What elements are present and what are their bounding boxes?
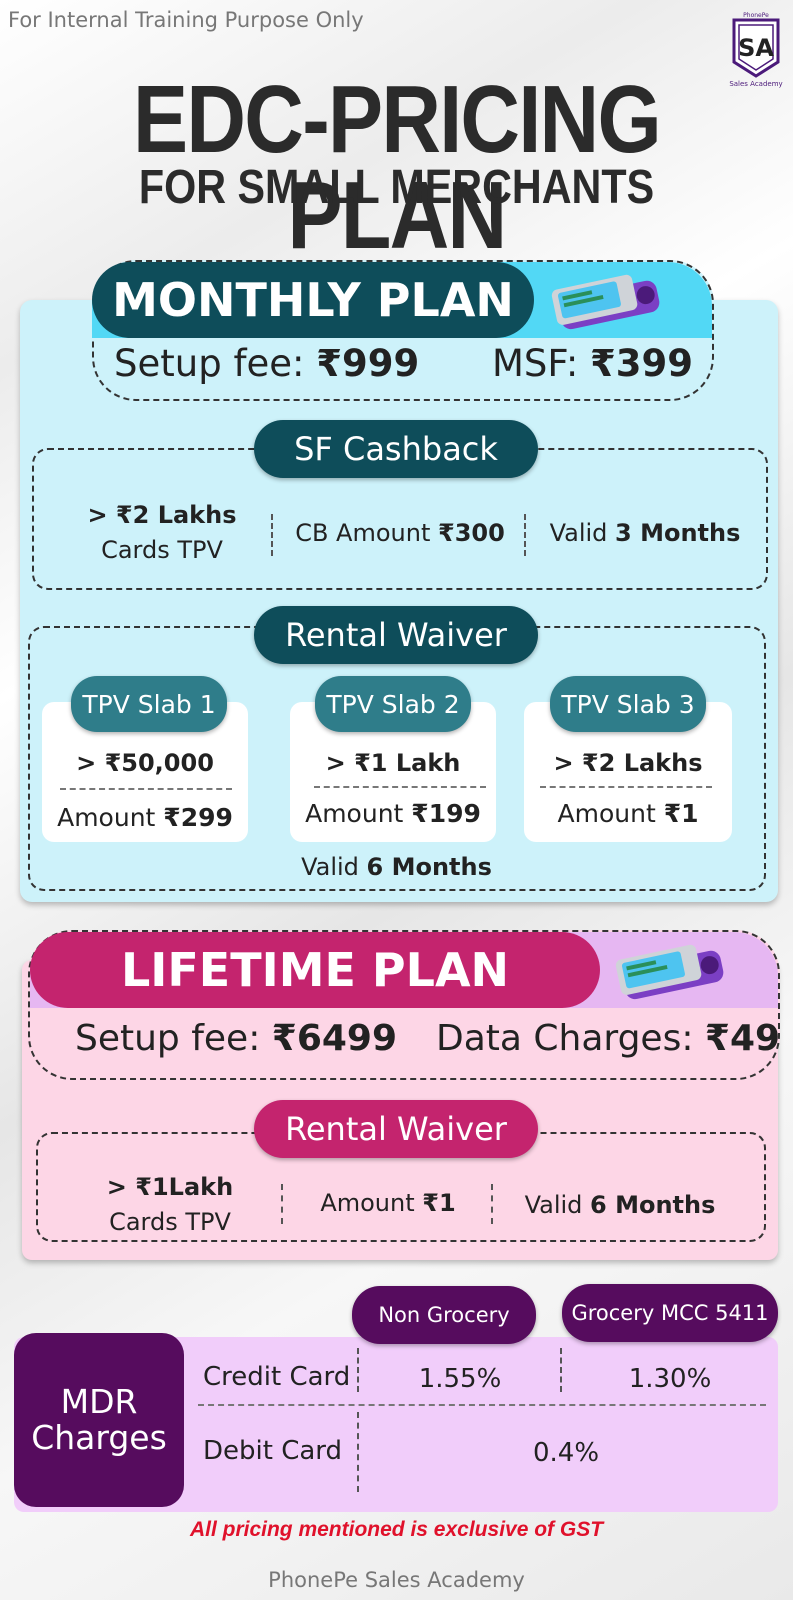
lifetime-plan-heading: LIFETIME PLAN bbox=[30, 932, 600, 1008]
monthly-plan-heading: MONTHLY PLAN bbox=[92, 262, 534, 338]
divider bbox=[357, 1348, 359, 1392]
divider bbox=[198, 1404, 766, 1406]
edc-device-icon bbox=[551, 274, 660, 330]
footer-brand: PhonePe Sales Academy bbox=[268, 1568, 525, 1592]
tpv-slab-2-amount: Amount ₹199 bbox=[305, 799, 481, 828]
tpv-slab-3-label: TPV Slab 3 bbox=[550, 676, 706, 732]
mdr-credit-non-grocery: 1.55% bbox=[418, 1364, 502, 1394]
tpv-slab-1-threshold: > ₹50,000 bbox=[76, 749, 214, 777]
monthly-rental-waiver-heading: Rental Waiver bbox=[254, 606, 538, 664]
gst-disclaimer: All pricing mentioned is exclusive of GS… bbox=[189, 1518, 604, 1541]
page-subtitle: FOR SMALL MERCHANTS bbox=[138, 161, 655, 214]
mdr-charges-label: MDR Charges bbox=[14, 1333, 184, 1507]
divider bbox=[357, 1412, 359, 1492]
mdr-col-grocery: Grocery MCC 5411 bbox=[562, 1284, 778, 1342]
mdr-debit-all: 0.4% bbox=[532, 1438, 600, 1468]
divider bbox=[281, 1184, 283, 1224]
mdr-row-debit-card: Debit Card bbox=[203, 1436, 343, 1466]
lifetime-rental-validity: Valid 6 Months bbox=[524, 1191, 716, 1219]
divider bbox=[524, 514, 526, 556]
lifetime-data-charges: Data Charges: ₹49 bbox=[436, 1018, 781, 1059]
lifetime-setup-fee: Setup fee: ₹6499 bbox=[75, 1018, 398, 1059]
monthly-msf: MSF: ₹399 bbox=[492, 342, 694, 385]
cashback-validity: Valid 3 Months bbox=[549, 519, 741, 547]
divider bbox=[540, 786, 712, 788]
edc-device-icon bbox=[615, 944, 724, 1000]
svg-text:PhonePe: PhonePe bbox=[743, 12, 769, 19]
divider bbox=[560, 1348, 562, 1392]
divider bbox=[60, 788, 232, 790]
cashback-amount: CB Amount ₹300 bbox=[295, 519, 505, 547]
tpv-slab-2-threshold: > ₹1 Lakh bbox=[325, 749, 461, 777]
divider bbox=[491, 1184, 493, 1224]
sf-cashback-heading: SF Cashback bbox=[254, 420, 538, 478]
tpv-slab-2-label: TPV Slab 2 bbox=[315, 676, 471, 732]
internal-use-note: For Internal Training Purpose Only bbox=[8, 8, 364, 32]
cashback-tpv-condition: > ₹2 Lakhs Cards TPV bbox=[87, 501, 237, 564]
mdr-credit-grocery: 1.30% bbox=[628, 1364, 712, 1394]
monthly-rental-validity: Valid 6 Months bbox=[301, 853, 492, 881]
tpv-slab-3-threshold: > ₹2 Lakhs bbox=[553, 749, 703, 777]
monthly-setup-fee: Setup fee: ₹999 bbox=[114, 342, 420, 385]
lifetime-tpv-condition: > ₹1Lakh Cards TPV bbox=[106, 1173, 234, 1236]
lifetime-rental-waiver-heading: Rental Waiver bbox=[254, 1100, 538, 1158]
svg-text:SA: SA bbox=[738, 34, 774, 62]
mdr-col-non-grocery: Non Grocery bbox=[352, 1286, 536, 1344]
mdr-row-credit-card: Credit Card bbox=[203, 1362, 351, 1392]
tpv-slab-1-label: TPV Slab 1 bbox=[71, 676, 227, 732]
lifetime-rental-amount: Amount ₹1 bbox=[320, 1189, 456, 1217]
tpv-slab-1-amount: Amount ₹299 bbox=[57, 803, 233, 832]
divider bbox=[314, 786, 486, 788]
divider bbox=[271, 514, 273, 556]
tpv-slab-3-amount: Amount ₹1 bbox=[557, 799, 699, 828]
